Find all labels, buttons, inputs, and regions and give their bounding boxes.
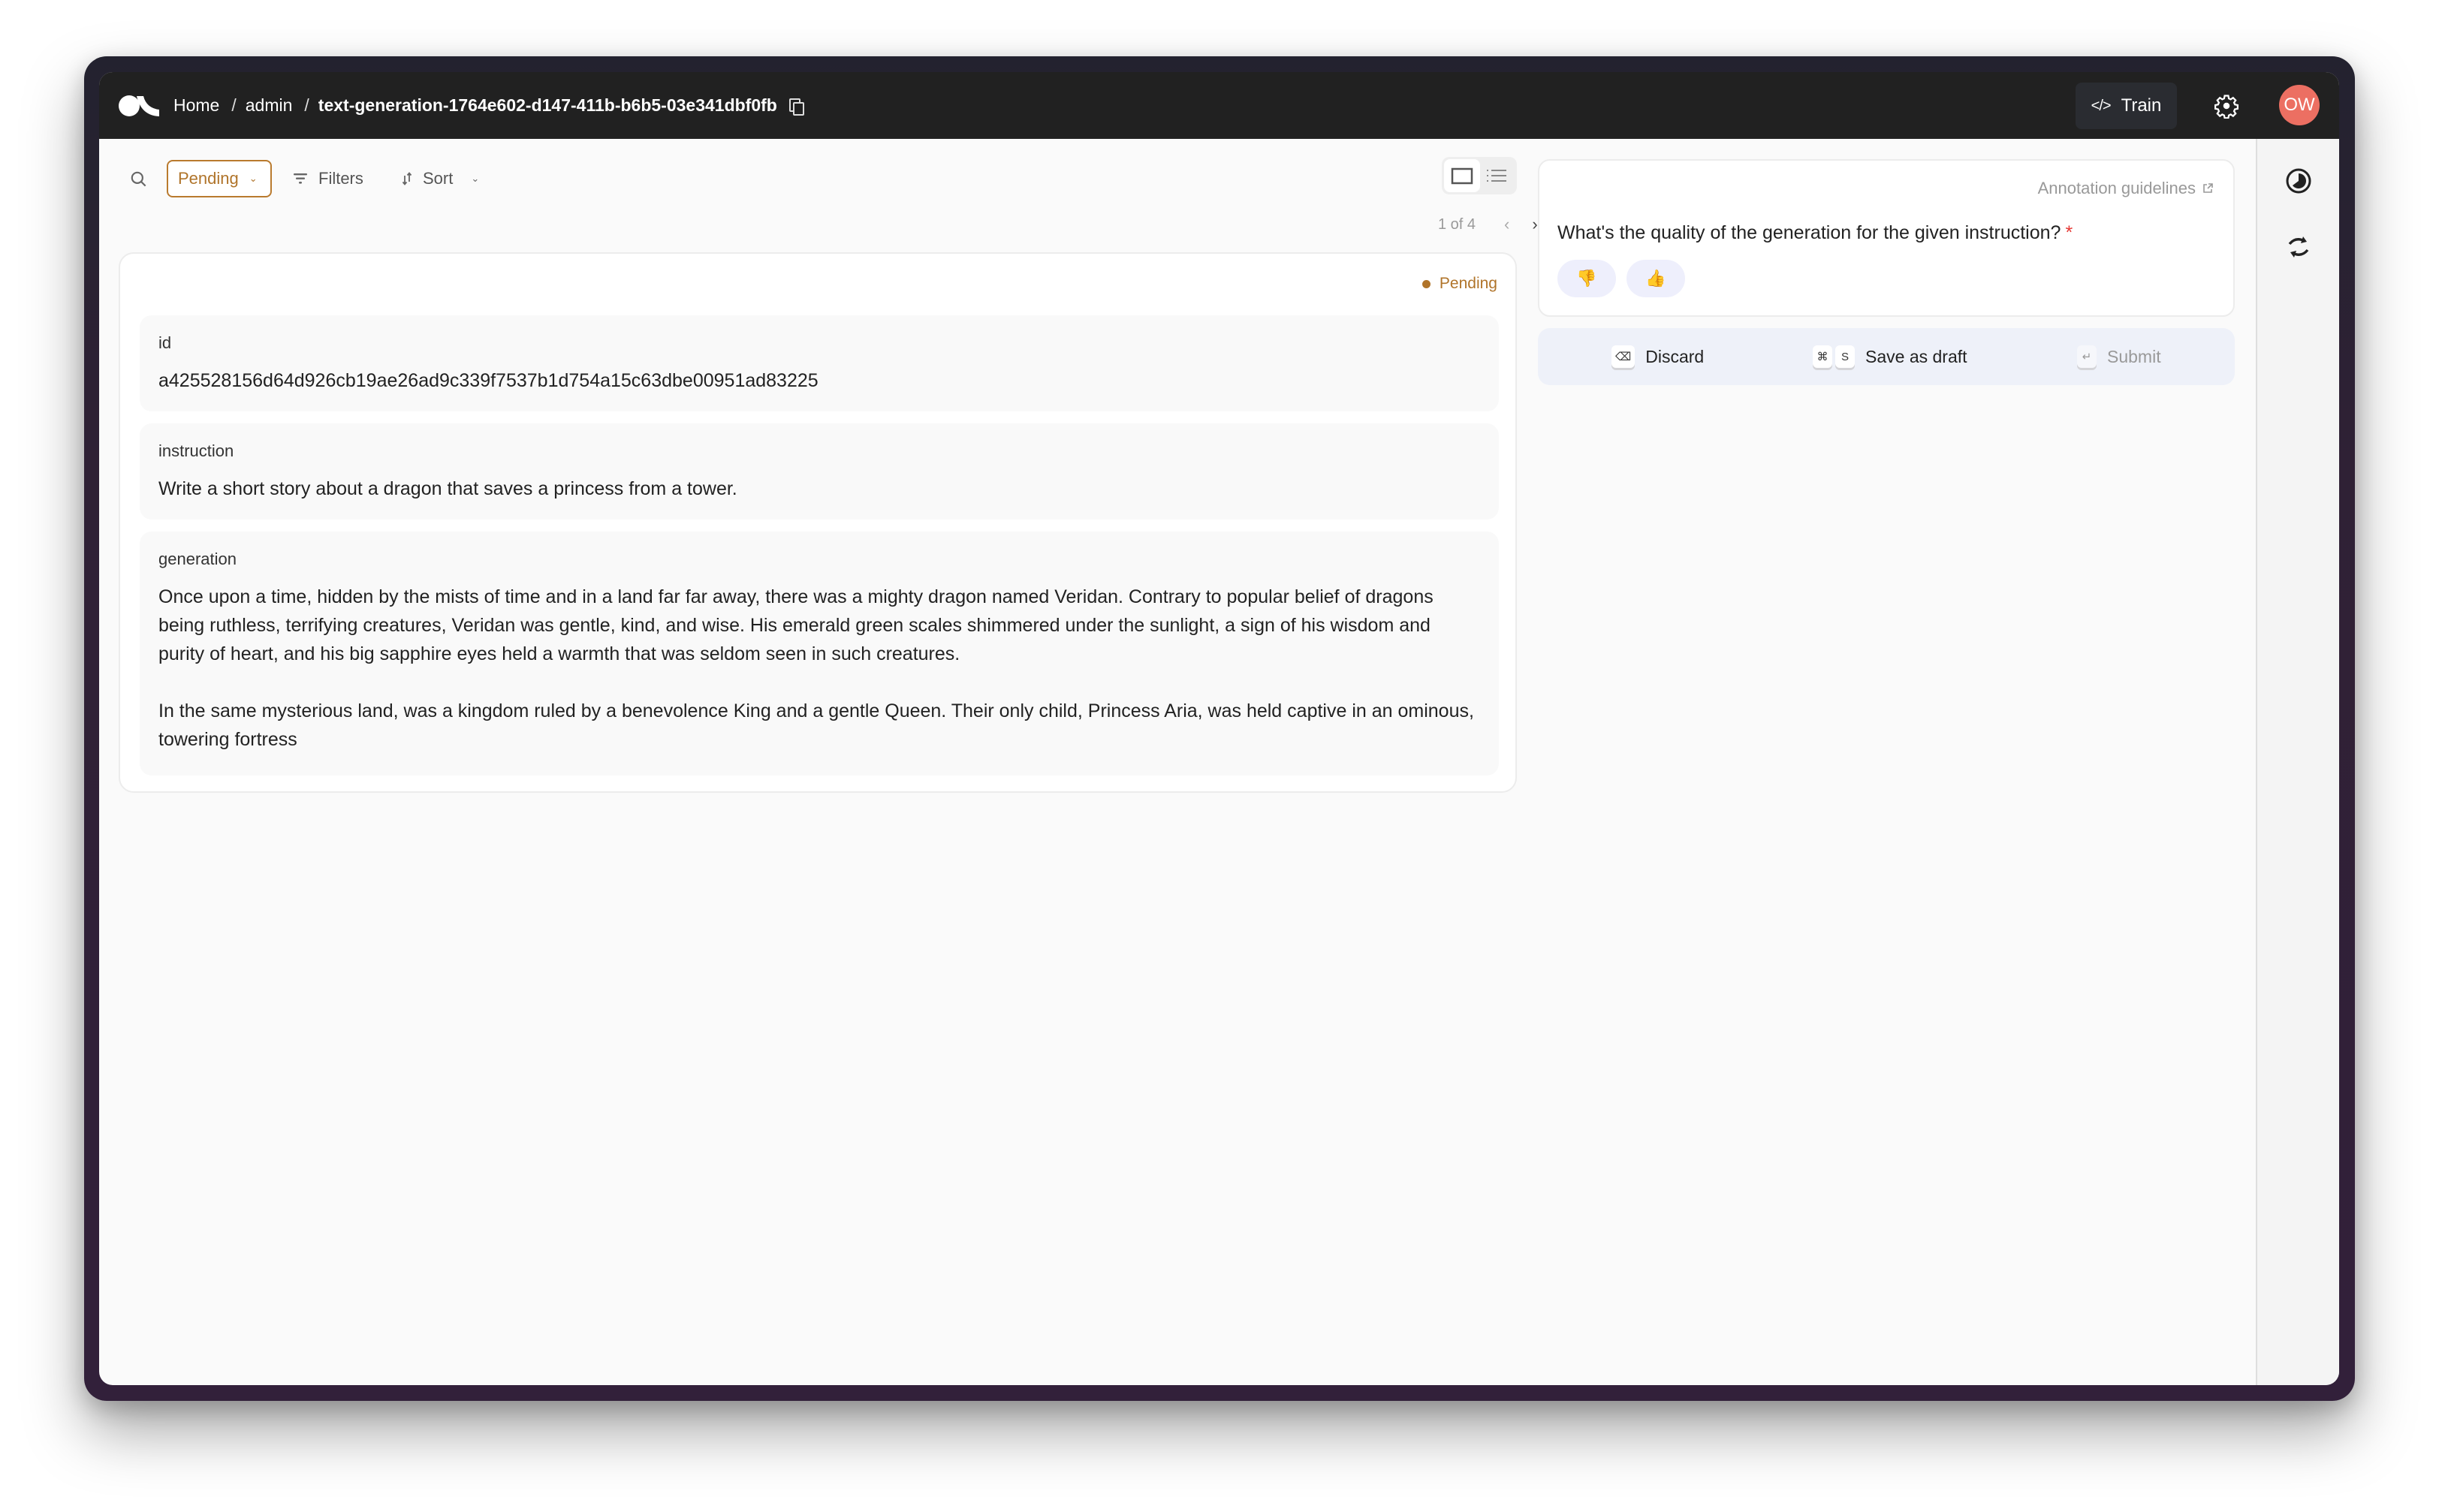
guidelines-label: Annotation guidelines [2037,179,2196,197]
sort-label: Sort [423,169,454,188]
form-actions-bar: ⌫ Discard ⌘ S Save as draft ↵ Submit [1538,328,2235,385]
train-label: Train [2121,95,2162,116]
square-icon [1451,167,1473,185]
list-icon [1487,170,1506,182]
thumbs-up-icon: 👍 [1645,269,1666,288]
code-icon: </> [2091,97,2112,114]
top-navigation-bar: Home / admin / text-generation-1764e602-… [99,72,2339,139]
chevron-down-icon: ⌄ [249,173,258,184]
record-field-generation: generation Once upon a time, hidden by t… [140,532,1499,776]
discard-label: Discard [1645,346,1705,366]
pagination: 1 of 4 ‹ › [1438,213,1538,236]
required-marker: * [2065,222,2073,243]
field-label: instruction [158,441,234,460]
discard-button[interactable]: ⌫ Discard [1611,328,1704,385]
status-dot-icon [1421,279,1431,288]
thumbs-up-button[interactable]: 👍 [1627,260,1685,297]
annotation-guidelines-link[interactable]: Annotation guidelines [2038,179,2214,198]
thumbs-down-icon: 👎 [1576,269,1597,288]
record-status-badge: Pending [1421,275,1497,293]
question-label: What's the quality of the generation for… [1557,222,2073,244]
field-label: id [158,333,172,352]
sort-button[interactable]: Sort ⌄ [402,162,479,195]
train-button[interactable]: </> Train [2076,83,2177,129]
thumbs-down-button[interactable]: 👎 [1557,260,1616,297]
single-record-view-button[interactable] [1444,159,1480,192]
app-window: Home / admin / text-generation-1764e602-… [99,72,2339,1385]
refresh-icon[interactable] [2285,233,2312,261]
pagination-text: 1 of 4 [1438,215,1476,233]
breadcrumb-home[interactable]: Home [173,95,219,116]
argilla-logo[interactable] [119,95,159,117]
record-card: Pending id a425528156d64d926cb19ae26ad9c… [119,252,1517,793]
status-filter-dropdown[interactable]: Pending ⌄ [167,160,272,197]
copy-icon[interactable] [788,98,804,116]
history-icon[interactable] [2285,167,2312,194]
next-record-button[interactable]: › [1532,215,1537,234]
view-mode-toggle [1442,157,1517,194]
right-sidebar: ⌘ [2256,139,2339,1385]
status-filter-value: Pending [178,169,239,188]
breadcrumb-separator: / [304,95,309,115]
external-link-icon [2203,183,2213,193]
field-label: generation [158,550,237,568]
record-field-id: id a425528156d64d926cb19ae26ad9c339f7537… [140,315,1499,411]
filters-label: Filters [318,169,363,188]
user-avatar[interactable]: OW [2279,85,2320,125]
backspace-key-icon: ⌫ [1611,345,1636,368]
record-status-label: Pending [1439,275,1497,292]
search-icon[interactable] [129,170,149,189]
previous-record-button[interactable]: ‹ [1504,215,1509,234]
submit-button[interactable]: ↵ Submit [2077,328,2161,385]
breadcrumb: Home / admin / text-generation-1764e602-… [173,72,804,139]
breadcrumb-separator: / [231,95,237,115]
field-value: Write a short story about a dragon that … [158,478,737,499]
annotation-form: Annotation guidelines What's the quality… [1538,159,2235,317]
breadcrumb-workspace[interactable]: admin [246,95,293,116]
save-as-draft-label: Save as draft [1865,346,1967,366]
breadcrumb-dataset: text-generation-1764e602-d147-411b-b6b5-… [318,95,777,115]
list-view-button[interactable] [1479,159,1515,192]
sort-icon [402,172,412,185]
field-value: a425528156d64d926cb19ae26ad9c339f7537b1d… [158,370,819,391]
gear-icon[interactable] [2214,93,2239,119]
command-key-icon: ⌘ [1813,345,1832,368]
filter-icon [294,173,307,184]
enter-key-icon: ↵ [2077,345,2097,368]
record-field-instruction: instruction Write a short story about a … [140,423,1499,520]
field-value: Once upon a time, hidden by the mists of… [158,586,1474,750]
save-as-draft-button[interactable]: ⌘ S Save as draft [1813,328,1967,385]
s-key-icon: S [1835,345,1855,368]
submit-label: Submit [2107,346,2161,366]
chevron-down-icon: ⌄ [471,173,480,184]
question-text: What's the quality of the generation for… [1557,222,2061,243]
filters-button[interactable]: Filters [293,162,363,195]
